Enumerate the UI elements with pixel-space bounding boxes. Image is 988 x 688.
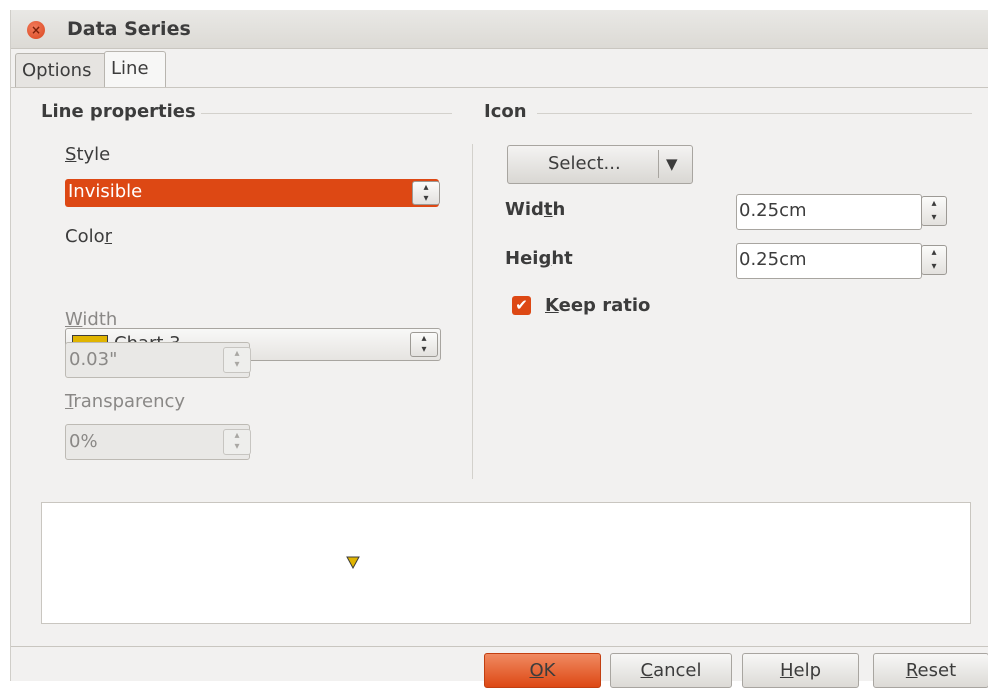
line-properties-heading: Line properties	[41, 101, 196, 122]
line-preview	[41, 502, 971, 624]
cancel-button[interactable]: Cancel	[610, 653, 732, 688]
icon-height-input[interactable]: 0.25cm	[736, 243, 922, 279]
data-series-dialog: × Data Series Options Line Line properti…	[10, 10, 988, 688]
vertical-divider	[472, 144, 473, 479]
window-title: Data Series	[67, 18, 191, 40]
line-width-value: 0.03"	[69, 349, 118, 370]
reset-button[interactable]: Reset	[873, 653, 988, 688]
icon-width-input[interactable]: 0.25cm	[736, 194, 922, 230]
style-select[interactable]: Invisible ▴ ▾	[65, 179, 440, 207]
triangle-marker-icon	[346, 556, 360, 569]
keep-ratio-checkbox[interactable]: ✔	[512, 296, 531, 315]
dropdown-arrow-icon[interactable]: ▼	[666, 155, 678, 173]
icon-width-label: Width	[505, 199, 566, 220]
icon-height-spinner-icon[interactable]: ▴ ▾	[921, 245, 947, 275]
transparency-label: Transparency	[65, 391, 186, 412]
title-bar: × Data Series	[11, 10, 988, 49]
icon-heading: Icon	[484, 101, 527, 122]
line-width-spinner-icon[interactable]: ▴ ▾	[223, 347, 251, 373]
ok-button[interactable]: OK	[484, 653, 601, 688]
color-dropdown-arrows-icon[interactable]: ▴ ▾	[410, 332, 438, 357]
icon-height-label: Height	[505, 248, 573, 269]
icon-select-button[interactable]: Select... ▼	[507, 145, 693, 184]
tab-line[interactable]: Line	[104, 51, 166, 87]
divider	[658, 150, 659, 178]
icon-height-value: 0.25cm	[739, 249, 807, 270]
style-value: Invisible	[68, 181, 143, 202]
keep-ratio-label[interactable]: Keep ratio	[545, 295, 650, 316]
icon-width-value: 0.25cm	[739, 200, 807, 221]
line-width-field[interactable]: 0.03" ▴ ▾	[65, 342, 251, 378]
close-icon[interactable]: ×	[27, 21, 45, 39]
line-tab-panel: Line properties Style Invisible ▴ ▾ Color…	[11, 87, 988, 647]
color-label: Color	[65, 226, 113, 247]
divider	[537, 113, 972, 114]
icon-select-label: Select...	[548, 153, 621, 174]
style-label: Style	[65, 144, 111, 165]
icon-width-spinner-icon[interactable]: ▴ ▾	[921, 196, 947, 226]
tab-options[interactable]: Options	[15, 53, 113, 87]
width-label: Width	[65, 309, 118, 330]
divider	[201, 113, 452, 114]
transparency-field[interactable]: 0% ▴ ▾	[65, 424, 251, 460]
transparency-spinner-icon[interactable]: ▴ ▾	[223, 429, 251, 455]
transparency-value: 0%	[69, 431, 98, 452]
help-button[interactable]: Help	[742, 653, 859, 688]
style-dropdown-arrows-icon[interactable]: ▴ ▾	[412, 181, 440, 205]
